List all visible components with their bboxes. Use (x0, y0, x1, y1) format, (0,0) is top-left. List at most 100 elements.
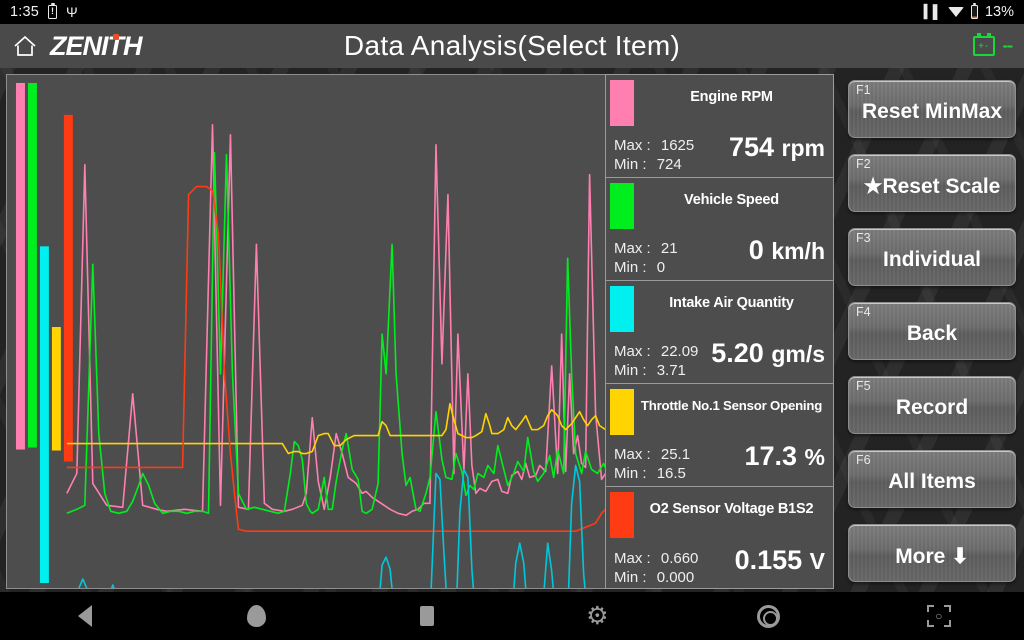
scale-bar (27, 82, 37, 448)
readout-engine-rpm[interactable]: Engine RPM Max : 1625 Min : 724 754 rpm (606, 75, 833, 178)
readout-min: Min : 16.5 (614, 465, 686, 482)
readout-current-value: 754 (728, 132, 775, 162)
brand-text: ZENITH (50, 30, 142, 61)
voltage-indicator: +- -- (972, 33, 1013, 56)
nav-home-button[interactable] (171, 592, 342, 640)
readout-min-value: 16.5 (656, 465, 686, 482)
readout-panel: Engine RPM Max : 1625 Min : 724 754 rpm … (605, 74, 834, 589)
readout-intake-air-quantity[interactable]: Intake Air Quantity Max : 22.09 Min : 3.… (606, 281, 833, 384)
readout-value: 17.3 % (744, 441, 825, 472)
usb-icon: Ψ (66, 4, 78, 20)
fkey-individual[interactable]: F3 Individual (848, 228, 1016, 286)
readout-min: Min : 3.71 (614, 362, 686, 379)
readout-unit: gm/s (771, 341, 825, 367)
fkey-reset-minmax[interactable]: F1 Reset MinMax (848, 80, 1016, 138)
battery-percent: 13% (984, 4, 1014, 20)
fkey-back[interactable]: F4 Back (848, 302, 1016, 360)
series-line (66, 185, 611, 533)
fkey-more[interactable]: More ⬇ (848, 524, 1016, 582)
navigation-bar: ⚙ ○ (0, 592, 1024, 640)
readout-current-value: 0 (748, 235, 764, 265)
status-time: 1:35 (10, 4, 40, 20)
screenshot-icon: ○ (926, 605, 951, 627)
fkey-label: F1 (856, 83, 871, 97)
readout-min-value: 0 (656, 259, 666, 276)
status-bar: 1:35 Ψ ▍▌ 13% (0, 0, 1024, 24)
fkey-text: ★Reset Scale (863, 174, 1001, 198)
vibrate-icon: ▍▌ (923, 4, 942, 19)
nav-browser-button[interactable] (683, 592, 854, 640)
readout-max-value: 1625 (660, 137, 695, 154)
nav-back-button[interactable] (0, 592, 171, 640)
readout-name: O2 Sensor Voltage B1S2 (649, 501, 814, 517)
fkey-label: F5 (856, 379, 871, 393)
readout-name: Engine RPM (690, 89, 773, 105)
title-bar: ZENITH Data Analysis(Select Item) +- -- (0, 24, 1024, 68)
readout-unit: % (804, 444, 825, 470)
readout-min-label: Min : (614, 259, 647, 276)
voltage-value: -- (1002, 36, 1013, 55)
readout-min: Min : 724 (614, 156, 682, 173)
readout-current-value: 0.155 (734, 545, 803, 575)
fkey-record[interactable]: F5 Record (848, 376, 1016, 434)
battery-icon (970, 3, 978, 19)
readout-max-value: 25.1 (660, 446, 691, 463)
series-color-swatch (610, 389, 634, 435)
fkey-text: Reset MinMax (861, 100, 1003, 123)
readout-min-value: 724 (656, 156, 682, 173)
fkey-label: F3 (856, 231, 871, 245)
scale-bar (39, 246, 49, 584)
wifi-icon (947, 7, 964, 17)
readout-value: 754 rpm (729, 132, 825, 163)
readout-current-value: 5.20 (711, 338, 764, 368)
function-key-panel: F1 Reset MinMax F2 ★Reset Scale F3 Indiv… (846, 74, 1018, 589)
fkey-label: F4 (856, 305, 871, 319)
readout-max-value: 22.09 (660, 343, 699, 360)
readout-unit: km/h (771, 238, 825, 264)
readout-min-label: Min : (614, 569, 647, 586)
readout-min-value: 0.000 (656, 569, 695, 586)
readout-value: 5.20 gm/s (711, 338, 825, 369)
readout-max: Max : 0.660 (614, 550, 698, 567)
series-color-swatch (610, 183, 634, 229)
battery-alert-icon (48, 2, 58, 19)
nav-settings-button[interactable]: ⚙ (512, 592, 683, 640)
readout-min: Min : 0 (614, 259, 665, 276)
series-line (66, 151, 612, 515)
home-oval-icon (246, 605, 266, 627)
readout-max: Max : 1625 (614, 137, 694, 154)
readout-throttle-sensor-opening[interactable]: Throttle No.1 Sensor Opening Max : 25.1 … (606, 384, 833, 487)
fkey-all-items[interactable]: F6 All Items (848, 450, 1016, 508)
nav-screenshot-button[interactable]: ○ (853, 592, 1024, 640)
brand-accent-dot (113, 33, 119, 40)
readout-value: 0.155 V (735, 545, 825, 576)
readout-max-value: 0.660 (660, 550, 699, 567)
readout-max-label: Max : (614, 240, 651, 257)
fkey-text: Individual (882, 248, 981, 271)
readout-current-value: 17.3 (744, 441, 798, 471)
readout-min: Min : 0.000 (614, 569, 694, 586)
home-icon[interactable] (12, 33, 38, 59)
series-color-swatch (610, 286, 634, 332)
readout-unit: V (809, 548, 825, 574)
readout-max-label: Max : (614, 137, 651, 154)
readout-max: Max : 22.09 (614, 343, 698, 360)
fkey-label: F6 (856, 453, 871, 467)
readout-max: Max : 21 (614, 240, 678, 257)
scale-bar (51, 327, 61, 451)
fkey-text: Back (906, 322, 958, 345)
readout-min-label: Min : (614, 362, 647, 379)
fkey-reset-scale[interactable]: F2 ★Reset Scale (848, 154, 1016, 212)
gear-icon: ⚙ (586, 601, 609, 630)
readout-max-value: 21 (660, 240, 678, 257)
nav-recents-button[interactable] (341, 592, 512, 640)
status-bar-right: ▍▌ 13% (923, 3, 1014, 20)
series-line (66, 124, 612, 517)
chrome-icon (756, 604, 780, 628)
readout-o2-sensor-voltage[interactable]: O2 Sensor Voltage B1S2 Max : 0.660 Min :… (606, 487, 833, 590)
readout-vehicle-speed[interactable]: Vehicle Speed Max : 21 Min : 0 0 km/h (606, 178, 833, 281)
readout-max-label: Max : (614, 446, 651, 463)
fkey-text: Record (895, 396, 969, 419)
car-battery-icon-inner: +- (978, 41, 990, 52)
main-area: Engine RPM Max : 1625 Min : 724 754 rpm … (0, 68, 1024, 592)
